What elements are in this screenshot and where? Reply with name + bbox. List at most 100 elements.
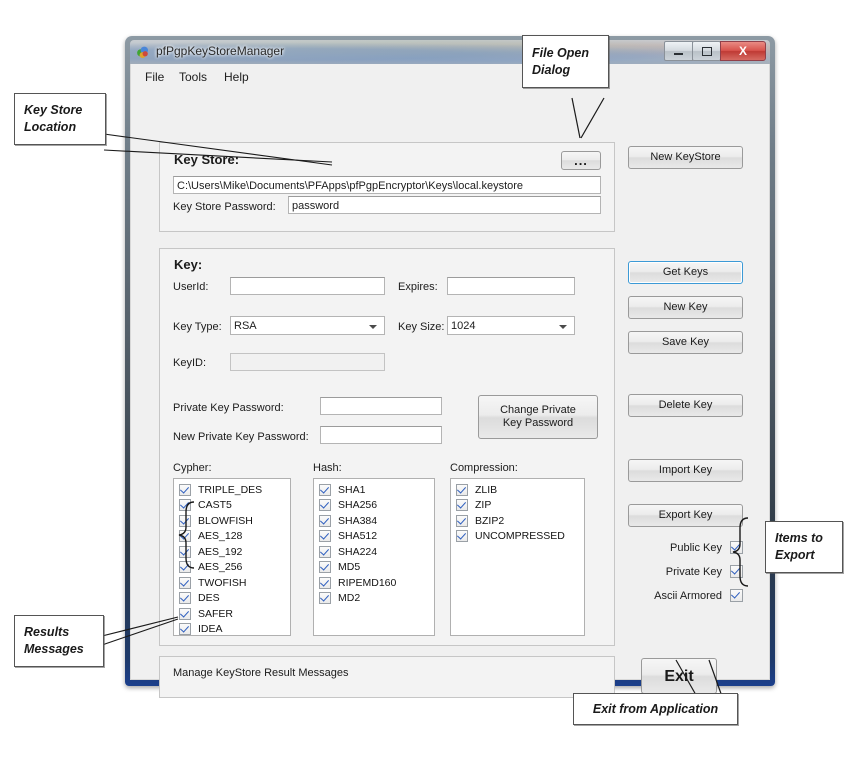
checkbox-icon[interactable] [456, 514, 468, 527]
new-private-password-label: New Private Key Password: [173, 431, 309, 443]
keystore-password-label: Key Store Password: [173, 201, 276, 213]
hash-checkbox-list[interactable]: SHA1 SHA256 SHA384 SHA512 SHA224 MD5 RIPEMD160… [313, 478, 435, 636]
expires-label: Expires: [398, 281, 438, 293]
callout-file-open-line2: Dialog [532, 62, 571, 77]
checkbox-icon[interactable] [319, 530, 331, 543]
menubar: File Tools Help [131, 64, 769, 90]
hash-item[interactable]: RIPEMD160 [314, 575, 434, 591]
checkbox-icon[interactable] [179, 592, 191, 605]
export-key-button[interactable]: Export Key [628, 504, 743, 527]
userid-input[interactable] [230, 277, 385, 295]
delete-key-button[interactable]: Delete Key [628, 394, 743, 417]
cypher-item[interactable]: AES_192 [174, 544, 290, 560]
compression-item[interactable]: UNCOMPRESSED [451, 529, 584, 545]
checkbox-icon[interactable] [730, 541, 743, 554]
checkbox-icon[interactable] [456, 530, 468, 543]
expires-input[interactable] [447, 277, 575, 295]
compression-checkbox-list[interactable]: ZLIB ZIP BZIP2 UNCOMPRESSED [450, 478, 585, 636]
cypher-item[interactable]: AES_128 [174, 529, 290, 545]
keysize-select[interactable]: 1024 [447, 316, 575, 335]
maximize-button[interactable] [692, 41, 721, 61]
cypher-item[interactable]: AES_256 [174, 560, 290, 576]
hash-item[interactable]: SHA224 [314, 544, 434, 560]
export-option-row[interactable]: Public Key [628, 541, 743, 554]
checkbox-icon[interactable] [319, 483, 331, 496]
hash-item[interactable]: SHA1 [314, 482, 434, 498]
checkbox-icon[interactable] [179, 530, 191, 543]
compression-item-label: ZLIB [475, 483, 498, 496]
close-button[interactable]: X [720, 41, 766, 61]
exit-button[interactable]: Exit [641, 658, 717, 694]
callout-file-open-dialog: File Open Dialog [522, 35, 609, 88]
cypher-item[interactable]: DES [174, 591, 290, 607]
hash-item[interactable]: MD5 [314, 560, 434, 576]
checkbox-icon[interactable] [319, 499, 331, 512]
checkbox-icon[interactable] [730, 565, 743, 578]
import-key-button[interactable]: Import Key [628, 459, 743, 482]
compression-item[interactable]: BZIP2 [451, 513, 584, 529]
cypher-checkbox-list[interactable]: TRIPLE_DES CAST5 BLOWFISH AES_128 AES_192 AES… [173, 478, 291, 636]
checkbox-icon[interactable] [319, 514, 331, 527]
checkbox-icon[interactable] [730, 589, 743, 602]
checkbox-icon[interactable] [456, 483, 468, 496]
change-pw-line2: Key Password [502, 417, 574, 429]
get-keys-button[interactable]: Get Keys [628, 261, 743, 284]
key-group: Key: UserId: Expires: Key Type: RSA Key … [159, 248, 615, 646]
checkbox-icon[interactable] [456, 499, 468, 512]
cypher-item[interactable]: BLOWFISH [174, 513, 290, 529]
checkbox-icon[interactable] [179, 499, 191, 512]
new-private-password-input[interactable] [320, 426, 442, 444]
hash-item-label: SHA384 [338, 514, 378, 527]
window-titlebar[interactable]: pfPgpKeyStoreManager X [130, 40, 770, 64]
compression-item[interactable]: ZIP [451, 498, 584, 514]
result-messages-panel: Manage KeyStore Result Messages [159, 656, 615, 698]
keytype-value: RSA [234, 320, 257, 332]
compression-item[interactable]: ZLIB [451, 482, 584, 498]
hash-item[interactable]: SHA512 [314, 529, 434, 545]
checkbox-icon[interactable] [319, 576, 331, 589]
cypher-item[interactable]: CAST5 [174, 498, 290, 514]
cypher-item[interactable]: TWOFISH [174, 575, 290, 591]
checkbox-icon[interactable] [179, 483, 191, 496]
checkbox-icon[interactable] [319, 545, 331, 558]
hash-item[interactable]: MD2 [314, 591, 434, 607]
hash-label: Hash: [313, 462, 342, 474]
cypher-item[interactable]: TRIPLE_DES [174, 482, 290, 498]
hash-item[interactable]: SHA384 [314, 513, 434, 529]
cypher-item-label: IDEA [198, 623, 223, 636]
checkbox-icon[interactable] [179, 623, 191, 635]
checkbox-icon[interactable] [179, 607, 191, 620]
minimize-button[interactable] [664, 41, 693, 61]
menu-tools[interactable]: Tools [179, 70, 207, 84]
keytype-select[interactable]: RSA [230, 316, 385, 335]
checkbox-icon[interactable] [179, 576, 191, 589]
keystore-browse-button[interactable]: ... [561, 151, 601, 170]
menu-file[interactable]: File [145, 70, 164, 84]
keyid-input [230, 353, 385, 371]
cypher-item[interactable]: IDEA [174, 622, 290, 636]
export-option-row[interactable]: Ascii Armored [628, 589, 743, 602]
change-private-key-password-button[interactable]: Change Private Key Password [478, 395, 598, 439]
checkbox-icon[interactable] [179, 545, 191, 558]
private-password-input[interactable] [320, 397, 442, 415]
hash-item-label: SHA256 [338, 499, 378, 512]
hash-item-label: RIPEMD160 [338, 576, 397, 589]
hash-item[interactable]: SHA256 [314, 498, 434, 514]
save-key-button[interactable]: Save Key [628, 331, 743, 354]
menu-help[interactable]: Help [224, 70, 249, 84]
keystore-path-input[interactable]: C:\Users\Mike\Documents\PFApps\pfPgpEncr… [173, 176, 601, 194]
export-option-row[interactable]: Private Key [628, 565, 743, 578]
key-group-title: Key: [174, 257, 203, 272]
close-icon: X [738, 44, 747, 58]
minimize-icon [674, 52, 683, 55]
checkbox-icon[interactable] [319, 592, 331, 605]
checkbox-icon[interactable] [319, 561, 331, 574]
cypher-item[interactable]: SAFER [174, 606, 290, 622]
checkbox-icon[interactable] [179, 561, 191, 574]
new-keystore-button[interactable]: New KeyStore [628, 146, 743, 169]
new-key-button[interactable]: New Key [628, 296, 743, 319]
app-logo-icon [137, 46, 148, 59]
keystore-password-input[interactable]: password [288, 196, 601, 214]
chevron-down-icon [369, 325, 377, 329]
checkbox-icon[interactable] [179, 514, 191, 527]
